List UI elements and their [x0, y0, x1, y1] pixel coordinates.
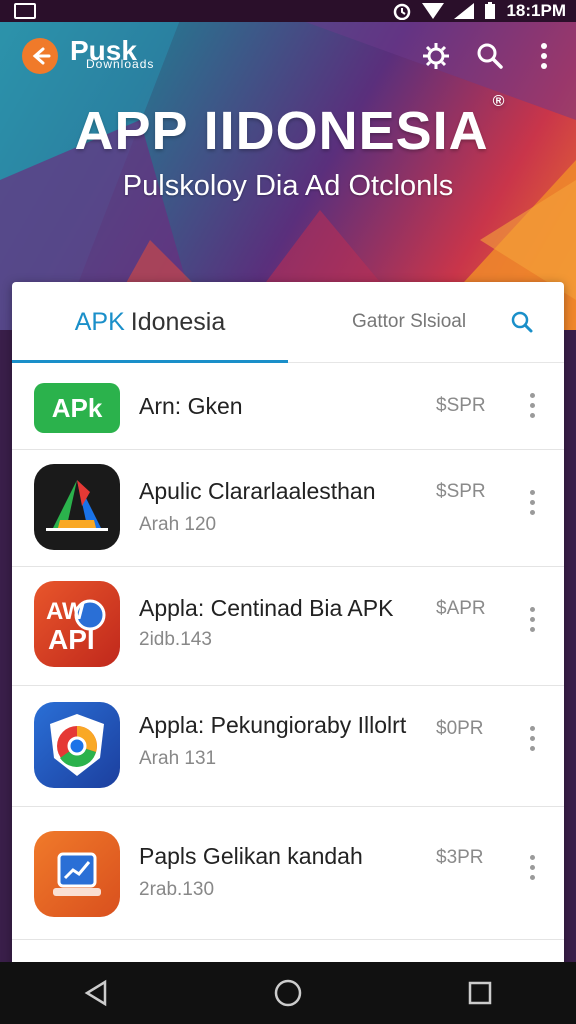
colorful-a-icon	[34, 464, 120, 550]
tab-bar: APK Idonesia Gattor Slsioal	[12, 282, 564, 363]
chart-box-icon	[34, 831, 120, 917]
tab-apk-indonesia[interactable]: APK Idonesia	[12, 282, 288, 362]
more-vert-icon[interactable]	[522, 855, 542, 880]
chrome-shield-icon	[34, 702, 120, 788]
app-list-card: APK Idonesia Gattor Slsioal APk Arn: Gken…	[12, 282, 564, 972]
app-name: Apulic Clararlaalesthan	[139, 478, 376, 504]
tab-label-prefix: APK	[74, 307, 125, 336]
app-meta: Arah 131	[139, 748, 217, 769]
app-name: Papls Gelikan kandah	[139, 843, 363, 869]
battery-icon	[485, 2, 496, 19]
status-time: 18:1PM	[506, 1, 566, 20]
svg-text:AW: AW	[46, 598, 85, 625]
apk-api-icon: AW API	[34, 581, 120, 667]
brand-tagline: Downloads	[86, 57, 155, 71]
hero-title-text: APP IIDONESIA	[74, 101, 489, 161]
app-meta: 2rab.130	[139, 879, 215, 900]
more-vert-icon[interactable]	[526, 38, 562, 74]
registered-mark: ®	[492, 93, 506, 110]
list-item[interactable]: APk Arn: Gken $SPR	[12, 363, 564, 450]
brand-logo: Pusk Downloads	[70, 37, 155, 71]
list-item[interactable]: Papls Gelikan kandah 2rab.130 $3PR	[12, 807, 564, 940]
app-meta: Arah 120	[139, 514, 217, 535]
app-name: Arn: Gken	[139, 393, 243, 419]
more-vert-icon[interactable]	[522, 607, 542, 632]
list-item[interactable]: Apulic Clararlaalesthan Arah 120 $SPR	[12, 450, 564, 567]
more-vert-icon[interactable]	[522, 490, 542, 515]
tab-label-rest: Idonesia	[130, 307, 226, 336]
system-nav-bar	[0, 962, 576, 1024]
app-price: $SPR	[436, 481, 486, 502]
home-icon[interactable]	[268, 973, 308, 1013]
app-price: $SPR	[436, 395, 486, 416]
app-price: $3PR	[436, 847, 484, 868]
alarm-icon	[394, 3, 411, 20]
hero-subtitle: Pulskoloy Dia Ad Otclonls	[122, 170, 454, 202]
settings-icon[interactable]	[418, 38, 454, 74]
svg-text:API: API	[48, 624, 95, 655]
signal-icon	[422, 3, 445, 19]
status-bar: 18:1PM	[0, 0, 576, 22]
hero-title: APP IIDONESIA ®	[0, 93, 576, 162]
list-item[interactable]: AW API Appla: Centinad Bia APK 2idb.143 $…	[12, 567, 564, 686]
app-price: $0PR	[436, 718, 484, 739]
app-name: Appla: Pekungioraby Illolrt	[139, 712, 407, 738]
back-icon[interactable]	[76, 973, 116, 1013]
app-name: Appla: Centinad Bia APK	[139, 595, 394, 621]
more-vert-icon[interactable]	[522, 726, 542, 751]
wifi-icon	[454, 3, 475, 19]
list-item[interactable]: Appla: Pekungioraby Illolrt Arah 131 $0P…	[12, 686, 564, 807]
search-icon[interactable]	[504, 304, 540, 340]
app-meta: 2idb.143	[139, 629, 212, 650]
more-vert-icon[interactable]	[522, 393, 542, 418]
tab-secondary[interactable]: Gattor Slsioal	[352, 282, 466, 362]
back-arrow-icon[interactable]	[22, 38, 58, 74]
apk-text-icon: APk	[34, 383, 120, 433]
app-bar: Pusk Downloads	[0, 26, 576, 86]
recents-icon[interactable]	[460, 973, 500, 1013]
gallery-icon	[14, 3, 36, 19]
search-icon[interactable]	[472, 38, 508, 74]
app-price: $APR	[436, 598, 486, 619]
